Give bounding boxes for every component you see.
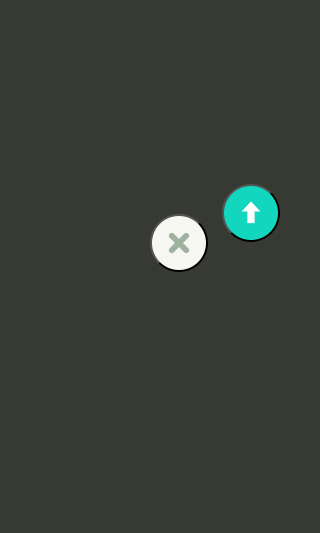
app-screen bbox=[0, 0, 300, 533]
arrow-up-icon bbox=[241, 201, 261, 224]
close-button[interactable] bbox=[150, 214, 208, 272]
upload-button[interactable] bbox=[222, 184, 280, 242]
close-icon bbox=[168, 232, 190, 254]
